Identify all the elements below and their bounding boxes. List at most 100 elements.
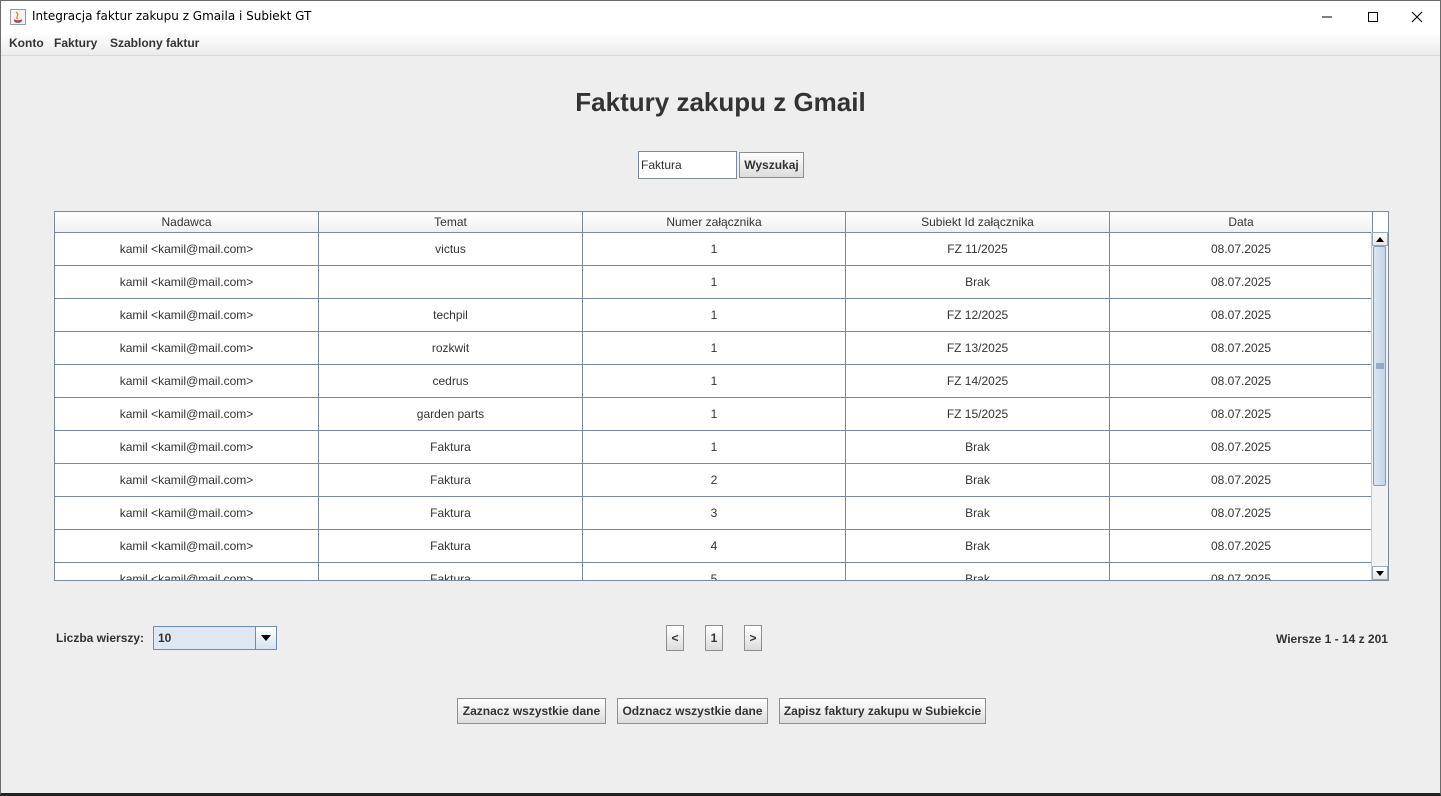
maximize-button[interactable] xyxy=(1350,1,1396,33)
invoices-table: Nadawca Temat Numer załącznika Subiekt I… xyxy=(54,211,1389,581)
cell-data: 08.07.2025 xyxy=(1110,266,1373,298)
cell-numer-zalacznika: 4 xyxy=(583,530,846,562)
java-app-icon xyxy=(10,9,26,25)
column-header-subiekt-id[interactable]: Subiekt Id załącznika xyxy=(846,212,1110,232)
cell-numer-zalacznika: 2 xyxy=(583,464,846,496)
window-title: Integracja faktur zakupu z Gmaila i Subi… xyxy=(32,9,312,23)
cell-temat: Faktura xyxy=(319,563,583,580)
cell-data: 08.07.2025 xyxy=(1110,563,1373,580)
column-header-numer-zalacznika[interactable]: Numer załącznika xyxy=(583,212,846,232)
cell-data: 08.07.2025 xyxy=(1110,431,1373,463)
cell-subiekt-id: FZ 12/2025 xyxy=(846,299,1110,331)
close-button[interactable] xyxy=(1394,1,1440,33)
search-input[interactable] xyxy=(638,151,737,179)
cell-numer-zalacznika: 1 xyxy=(583,365,846,397)
cell-temat: Faktura xyxy=(319,497,583,529)
table-row[interactable]: kamil <kamil@mail.com> Faktura 2 Brak 08.07.… xyxy=(55,464,1373,497)
vertical-scrollbar[interactable] xyxy=(1371,232,1388,580)
rows-per-page-dropdown-button[interactable] xyxy=(255,627,276,649)
column-header-nadawca[interactable]: Nadawca xyxy=(55,212,319,232)
table-row[interactable]: kamil <kamil@mail.com> 1 Brak 08.07.2025 xyxy=(55,266,1373,299)
column-header-temat[interactable]: Temat xyxy=(319,212,583,232)
cell-data: 08.07.2025 xyxy=(1110,530,1373,562)
scroll-down-button[interactable] xyxy=(1372,566,1388,580)
cell-temat: Faktura xyxy=(319,431,583,463)
scroll-up-button[interactable] xyxy=(1372,232,1388,246)
table-row[interactable]: kamil <kamil@mail.com> Faktura 4 Brak 08.07.… xyxy=(55,530,1373,563)
menu-bar: Konto Faktury Szablony faktur xyxy=(1,33,1440,56)
cell-numer-zalacznika: 1 xyxy=(583,398,846,430)
cell-subiekt-id: FZ 13/2025 xyxy=(846,332,1110,364)
minimize-button[interactable] xyxy=(1304,1,1350,33)
cell-numer-zalacznika: 1 xyxy=(583,266,846,298)
current-page-button[interactable]: 1 xyxy=(705,625,723,651)
cell-temat: cedrus xyxy=(319,365,583,397)
cell-nadawca: kamil <kamil@mail.com> xyxy=(55,332,319,364)
cell-subiekt-id: Brak xyxy=(846,266,1110,298)
rows-per-page-value: 10 xyxy=(158,631,172,645)
table-row[interactable]: kamil <kamil@mail.com> rozkwit 1 FZ 13/2025… xyxy=(55,332,1373,365)
cell-numer-zalacznika: 1 xyxy=(583,299,846,331)
close-icon xyxy=(1411,11,1423,23)
search-button[interactable]: Wyszukaj xyxy=(739,152,804,178)
table-body: kamil <kamil@mail.com> victus 1 FZ 11/2025 0… xyxy=(55,233,1373,580)
cell-nadawca: kamil <kamil@mail.com> xyxy=(55,365,319,397)
scroll-up-icon xyxy=(1376,236,1384,242)
minimize-icon xyxy=(1322,16,1332,18)
cell-subiekt-id: FZ 11/2025 xyxy=(846,233,1110,265)
scroll-thumb[interactable] xyxy=(1373,246,1386,486)
cell-numer-zalacznika: 3 xyxy=(583,497,846,529)
menu-szablony-faktur[interactable]: Szablony faktur xyxy=(110,36,199,50)
cell-data: 08.07.2025 xyxy=(1110,464,1373,496)
deselect-all-button[interactable]: Odznacz wszystkie dane xyxy=(617,698,768,724)
cell-nadawca: kamil <kamil@mail.com> xyxy=(55,497,319,529)
page-title: Faktury zakupu z Gmail xyxy=(575,87,866,117)
cell-nadawca: kamil <kamil@mail.com> xyxy=(55,398,319,430)
cell-numer-zalacznika: 1 xyxy=(583,332,846,364)
cell-numer-zalacznika: 1 xyxy=(583,431,846,463)
prev-page-button[interactable]: < xyxy=(666,625,684,651)
cell-nadawca: kamil <kamil@mail.com> xyxy=(55,299,319,331)
table-row[interactable]: kamil <kamil@mail.com> techpil 1 FZ 12/2025… xyxy=(55,299,1373,332)
cell-subiekt-id: Brak xyxy=(846,431,1110,463)
table-row[interactable]: kamil <kamil@mail.com> Faktura 5 Brak 08.07.… xyxy=(55,563,1373,580)
cell-subiekt-id: Brak xyxy=(846,497,1110,529)
cell-nadawca: kamil <kamil@mail.com> xyxy=(55,233,319,265)
cell-subiekt-id: FZ 15/2025 xyxy=(846,398,1110,430)
cell-data: 08.07.2025 xyxy=(1110,233,1373,265)
menu-konto[interactable]: Konto xyxy=(9,36,44,50)
menu-faktury[interactable]: Faktury xyxy=(54,36,97,50)
cell-temat: Faktura xyxy=(319,464,583,496)
cell-temat: garden parts xyxy=(319,398,583,430)
grip-icon xyxy=(1376,363,1384,369)
cell-subiekt-id: Brak xyxy=(846,563,1110,580)
next-page-button[interactable]: > xyxy=(744,625,762,651)
cell-data: 08.07.2025 xyxy=(1110,497,1373,529)
save-invoices-button[interactable]: Zapisz faktury zakupu w Subiekcie xyxy=(779,698,986,724)
column-header-data[interactable]: Data xyxy=(1110,212,1373,232)
cell-temat: victus xyxy=(319,233,583,265)
table-row[interactable]: kamil <kamil@mail.com> cedrus 1 FZ 14/2025 0… xyxy=(55,365,1373,398)
cell-nadawca: kamil <kamil@mail.com> xyxy=(55,464,319,496)
rows-per-page-label: Liczba wierszy: xyxy=(56,631,145,645)
table-header: Nadawca Temat Numer załącznika Subiekt I… xyxy=(55,212,1373,233)
cell-data: 08.07.2025 xyxy=(1110,332,1373,364)
cell-subiekt-id: Brak xyxy=(846,530,1110,562)
rows-summary: Wiersze 1 - 14 z 201 xyxy=(1276,632,1388,646)
table-row[interactable]: kamil <kamil@mail.com> garden parts 1 FZ 15… xyxy=(55,398,1373,431)
maximize-icon xyxy=(1368,12,1378,22)
cell-nadawca: kamil <kamil@mail.com> xyxy=(55,530,319,562)
cell-numer-zalacznika: 5 xyxy=(583,563,846,580)
table-row[interactable]: kamil <kamil@mail.com> Faktura 3 Brak 08.07.… xyxy=(55,497,1373,530)
rows-per-page-select[interactable]: 10 xyxy=(153,626,277,650)
chevron-down-icon xyxy=(261,635,271,641)
title-bar: Integracja faktur zakupu z Gmaila i Subi… xyxy=(1,1,1440,33)
app-window: Integracja faktur zakupu z Gmaila i Subi… xyxy=(0,0,1441,796)
select-all-button[interactable]: Zaznacz wszystkie dane xyxy=(457,698,606,724)
cell-subiekt-id: FZ 14/2025 xyxy=(846,365,1110,397)
cell-nadawca: kamil <kamil@mail.com> xyxy=(55,266,319,298)
cell-temat: techpil xyxy=(319,299,583,331)
cell-nadawca: kamil <kamil@mail.com> xyxy=(55,563,319,580)
table-row[interactable]: kamil <kamil@mail.com> victus 1 FZ 11/2025 0… xyxy=(55,233,1373,266)
table-row[interactable]: kamil <kamil@mail.com> Faktura 1 Brak 08.07.… xyxy=(55,431,1373,464)
